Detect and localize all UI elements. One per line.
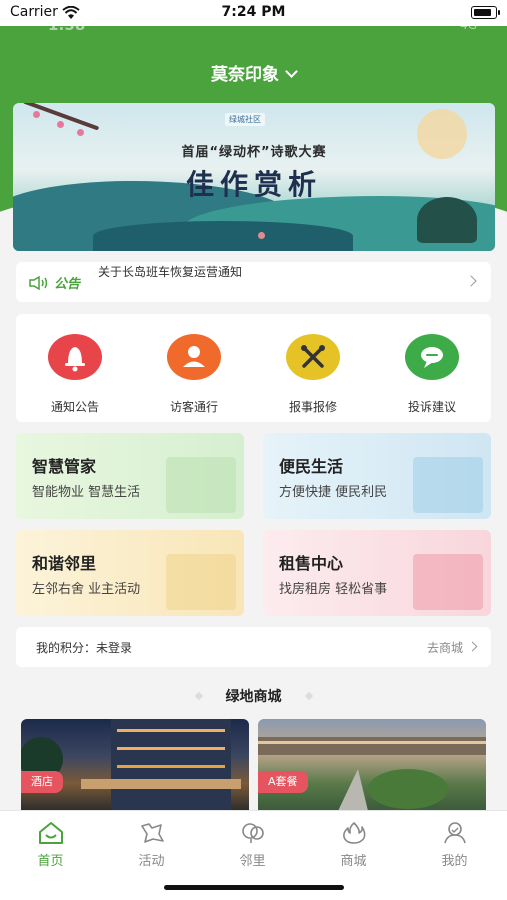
product-badge: A套餐 [258,771,308,793]
card-desc: 方便快捷 便民利民 [279,485,388,500]
person-icon [167,334,221,380]
chevron-right-icon [467,641,478,652]
action-visitor[interactable]: 访客通行 [135,334,253,415]
tab-neighbors[interactable]: 邻里 [202,821,303,869]
tab-label: 邻里 [239,854,266,869]
banner-carousel[interactable]: 绿城社区 首届“绿动杯”诗歌大赛 佳作赏析 [13,103,495,251]
home-icon [38,822,63,844]
banner-title: 佳作赏析 [185,168,322,201]
card-title: 租售中心 [279,554,344,573]
tab-label: 活动 [138,854,165,869]
mall-icon [342,822,365,844]
banner-subtitle: 首届“绿动杯”诗歌大赛 [181,145,327,160]
community-selector[interactable]: 莫奈印象 [0,60,507,85]
tree-decoration [417,197,477,243]
card-desc: 智能物业 智慧生活 [32,485,141,500]
go-mall-link[interactable]: 去商城 [427,639,463,656]
chat-icon [405,334,459,380]
banner-logo: 绿城社区 [225,113,265,126]
action-complaint[interactable]: 投诉建议 [373,334,491,415]
tab-activity[interactable]: 活动 [101,821,202,869]
tab-label: 商城 [340,854,367,869]
points-bar[interactable]: 我的积分：未登录 去商城 [16,627,491,667]
announcement-bar[interactable]: 公告 关于长岛班车恢复运营通知 [16,262,491,302]
diamond-decoration [194,691,203,701]
profile-icon [443,822,466,844]
mall-title-text: 绿地商城 [225,689,282,705]
product-card-package[interactable]: A套餐 [258,719,486,811]
ghost-signal: 4G [460,18,477,32]
home-indicator [164,885,344,890]
card-neighbors[interactable]: 和谐邻里 左邻右舍 业主活动 [16,530,244,616]
announcement-text: 关于长岛班车恢复运营通知 [98,265,243,279]
speaker-icon [29,275,49,294]
neighbor-icon [241,823,264,843]
card-title: 便民生活 [279,457,344,476]
diamond-decoration [304,691,313,701]
community-name: 莫奈印象 [211,65,279,85]
card-title: 智慧管家 [32,457,97,476]
card-title: 和谐邻里 [32,554,97,573]
carousel-indicator [258,232,265,239]
card-desc: 左邻右舍 业主活动 [32,582,141,597]
action-label: 投诉建议 [407,400,456,414]
ghost-time: 1:58 [48,16,86,34]
product-card-hotel[interactable]: 酒店 [21,719,249,811]
quick-actions: 通知公告 访客通行 报事报修 投诉建议 [16,314,491,422]
tab-mall[interactable]: 商城 [303,821,404,869]
product-badge: 酒店 [21,771,63,793]
card-desc: 找房租房 轻松省事 [279,582,388,597]
action-repair[interactable]: 报事报修 [254,334,372,415]
action-label: 访客通行 [169,400,218,414]
points-label: 我的积分：未登录 [36,641,133,655]
action-label: 通知公告 [50,400,99,414]
bell-icon [48,334,102,380]
card-smart-butler[interactable]: 智慧管家 智能物业 智慧生活 [16,433,244,519]
action-label: 报事报修 [288,400,337,414]
tools-icon [286,334,340,380]
activity-icon [140,823,164,843]
tab-label: 我的 [441,854,468,869]
chevron-right-icon [465,275,477,287]
card-rental[interactable]: 租售中心 找房租房 轻松省事 [263,530,491,616]
resort-image [258,737,486,811]
chevron-down-icon [285,65,298,78]
mall-section-title: 绿地商城 [0,686,507,706]
tab-profile[interactable]: 我的 [404,821,505,869]
announcement-tag: 公告 [54,277,81,292]
action-notice[interactable]: 通知公告 [16,334,134,415]
card-convenience[interactable]: 便民生活 方便快捷 便民利民 [263,433,491,519]
tab-home[interactable]: 首页 [0,821,101,869]
hotel-image [21,719,241,811]
tab-label: 首页 [37,854,64,869]
